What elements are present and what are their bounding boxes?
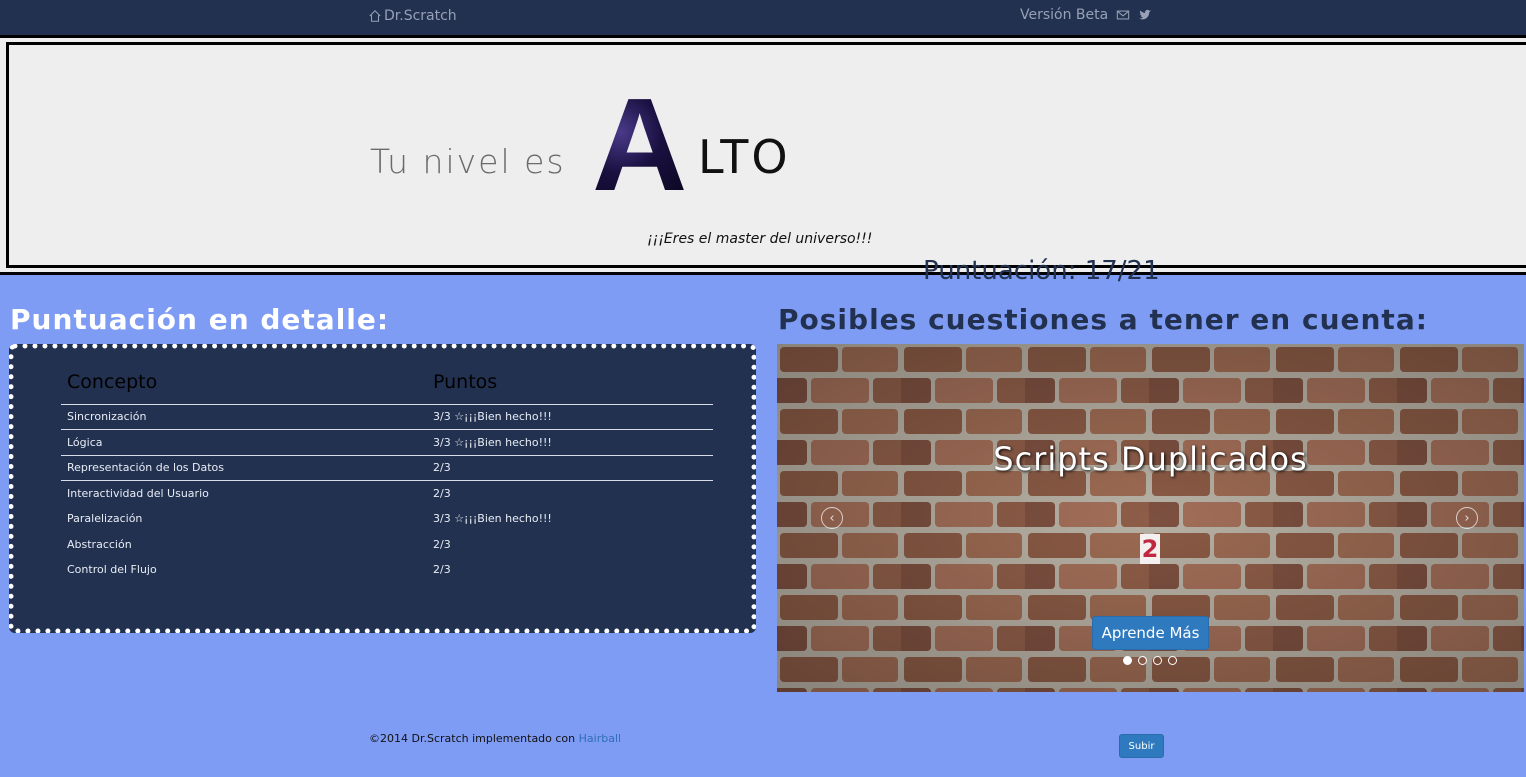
header-concept: Concepto (61, 365, 427, 405)
footer-text: ©2014 Dr.Scratch implementado con Hairba… (369, 732, 621, 745)
slide-count-badge: 2 (1140, 534, 1160, 564)
row-points: 3/3 ☆¡¡¡Bien hecho!!! (427, 429, 713, 455)
issues-section-title: Posibles cuestiones a tener en cuenta: (778, 303, 1428, 336)
learn-more-button[interactable]: Aprende Más (1092, 616, 1209, 650)
table-row: Representación de los Datos 2/3 (61, 454, 713, 481)
table-row: Sincronización 3/3 ☆¡¡¡Bien hecho!!! (61, 404, 713, 430)
row-concept: Lógica (61, 429, 427, 455)
header-points: Puntos (427, 365, 713, 405)
row-concept: Interactividad del Usuario (61, 480, 427, 506)
version-label: Versión Beta (1020, 7, 1109, 23)
carousel-indicator-4[interactable] (1168, 656, 1177, 665)
row-concept: Control del Flujo (67, 563, 157, 577)
row-concept: Sincronización (67, 410, 147, 424)
mail-icon[interactable] (1116, 8, 1130, 22)
score-detail-table: Concepto Puntos Sincronización 3/3 ☆¡¡¡B… (61, 365, 713, 583)
table-row: Interactividad del Usuario 2/3 (61, 480, 713, 506)
brand-label: Dr.Scratch (384, 8, 457, 24)
table-row: Control del Flujo 2/3 (61, 557, 713, 583)
carousel-indicator-3[interactable] (1153, 656, 1162, 665)
level-message: ¡¡¡Eres el master del universo!!! (647, 231, 873, 247)
row-points: 2/3 (427, 454, 713, 481)
row-concept: Abstracción (67, 537, 132, 551)
hairball-link[interactable]: Hairball (579, 732, 621, 745)
row-points: 2/3 (433, 563, 451, 577)
row-points: 2/3 (433, 537, 451, 551)
level-prefix: Tu nivel es (370, 142, 566, 181)
score-text: Puntuación: 17/21 (923, 256, 1160, 286)
level-word: LTO (698, 130, 791, 184)
carousel-indicator-2[interactable] (1138, 656, 1147, 665)
row-points: 2/3 (427, 480, 713, 506)
scroll-up-button[interactable]: Subir (1119, 734, 1164, 758)
issues-carousel: ‹ › Scripts Duplicados 2 Aprende Más (777, 344, 1524, 692)
twitter-icon[interactable] (1138, 8, 1152, 22)
row-points: 3/3 ☆¡¡¡Bien hecho!!! (433, 512, 552, 526)
table-row: Lógica 3/3 ☆¡¡¡Bien hecho!!! (61, 429, 713, 455)
table-row: Abstracción 2/3 (61, 532, 713, 558)
brand-link[interactable]: Dr.Scratch (368, 8, 457, 24)
table-header-row: Concepto Puntos (61, 365, 713, 405)
level-banner: Tu nivel es A LTO ¡¡¡Eres el master del … (0, 35, 1526, 286)
carousel-indicators (1123, 656, 1177, 665)
carousel-indicator-1[interactable] (1123, 656, 1132, 665)
row-concept: Paralelización (67, 512, 143, 526)
level-letter: A (592, 71, 688, 218)
row-concept: Representación de los Datos (61, 454, 427, 481)
detail-section-title: Puntuación en detalle: (10, 303, 390, 336)
nav-right: Versión Beta (1020, 7, 1152, 23)
carousel-next-icon[interactable]: › (1456, 507, 1478, 529)
top-navbar: Dr.Scratch Versión Beta (0, 0, 1526, 35)
table-row: Paralelización 3/3 ☆¡¡¡Bien hecho!!! (61, 506, 713, 532)
footer-copyright: ©2014 Dr.Scratch implementado con (369, 732, 576, 745)
slide-title: Scripts Duplicados (993, 440, 1308, 478)
home-icon (369, 10, 381, 22)
row-points: 3/3 ☆¡¡¡Bien hecho!!! (433, 410, 552, 424)
carousel-prev-icon[interactable]: ‹ (821, 507, 843, 529)
detail-panel: Concepto Puntos Sincronización 3/3 ☆¡¡¡B… (9, 344, 756, 633)
